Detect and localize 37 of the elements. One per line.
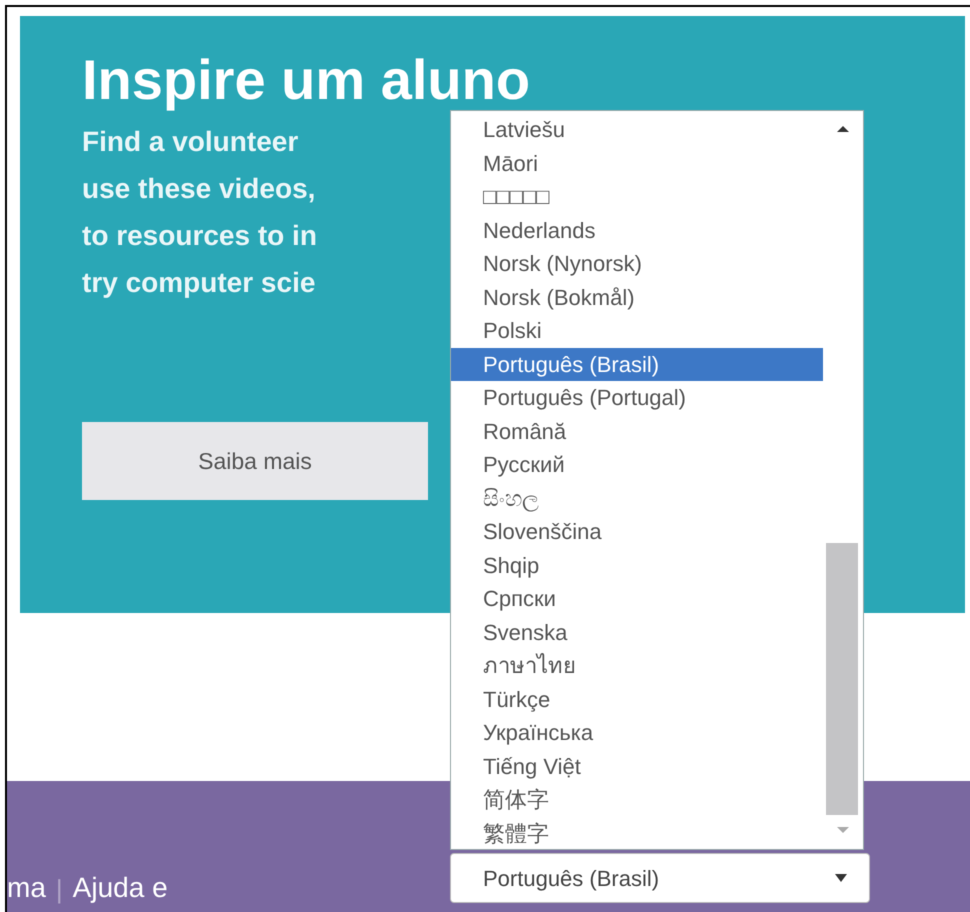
- language-option[interactable]: Latviešu: [451, 113, 823, 146]
- language-option[interactable]: Українська: [451, 716, 823, 750]
- language-option[interactable]: සිංහල: [451, 482, 823, 515]
- language-option[interactable]: 简体字: [451, 783, 823, 816]
- language-option[interactable]: Português (Brasil): [451, 348, 823, 381]
- separator: |: [56, 873, 63, 906]
- language-option[interactable]: Norsk (Nynorsk): [451, 247, 823, 280]
- language-option[interactable]: Српски: [451, 582, 823, 616]
- language-option[interactable]: Slovenščina: [451, 515, 823, 548]
- language-option[interactable]: Русский: [451, 448, 823, 482]
- hero-heading: Inspire um aluno: [82, 47, 532, 113]
- language-option[interactable]: Română: [451, 414, 823, 448]
- hero-text-line: to resources to in: [82, 219, 317, 253]
- learn-more-button[interactable]: Saiba mais: [82, 422, 428, 500]
- language-option[interactable]: Svenska: [451, 616, 823, 649]
- language-option[interactable]: Nederlands: [451, 214, 823, 247]
- language-option[interactable]: ภาษาไทย: [451, 649, 823, 682]
- language-option[interactable]: Tiếng Việt: [451, 750, 823, 783]
- hero-text-line: try computer scie: [82, 266, 316, 300]
- language-option[interactable]: 繁體字: [451, 816, 823, 850]
- scroll-up-icon[interactable]: [836, 125, 850, 133]
- footer-link[interactable]: Ajuda e: [72, 867, 168, 909]
- language-option[interactable]: Português (Portugal): [451, 381, 823, 414]
- caret-icon: [835, 874, 847, 882]
- scroll-down-icon[interactable]: [836, 826, 850, 834]
- scrollbar-thumb[interactable]: [826, 543, 858, 815]
- footer-link[interactable]: ma: [7, 867, 46, 909]
- language-select[interactable]: Português (Brasil): [450, 853, 870, 903]
- language-option[interactable]: Türkçe: [451, 682, 823, 716]
- hero-text-line: Find a volunteer: [82, 125, 298, 159]
- hero-text-line: use these videos,: [82, 172, 316, 206]
- language-option[interactable]: Shqip: [451, 548, 823, 582]
- language-option[interactable]: □□□□□: [451, 180, 823, 214]
- language-option[interactable]: Polski: [451, 314, 823, 348]
- language-option[interactable]: Norsk (Bokmål): [451, 280, 823, 314]
- select-value: Português (Brasil): [483, 864, 660, 893]
- language-option[interactable]: Māori: [451, 146, 823, 180]
